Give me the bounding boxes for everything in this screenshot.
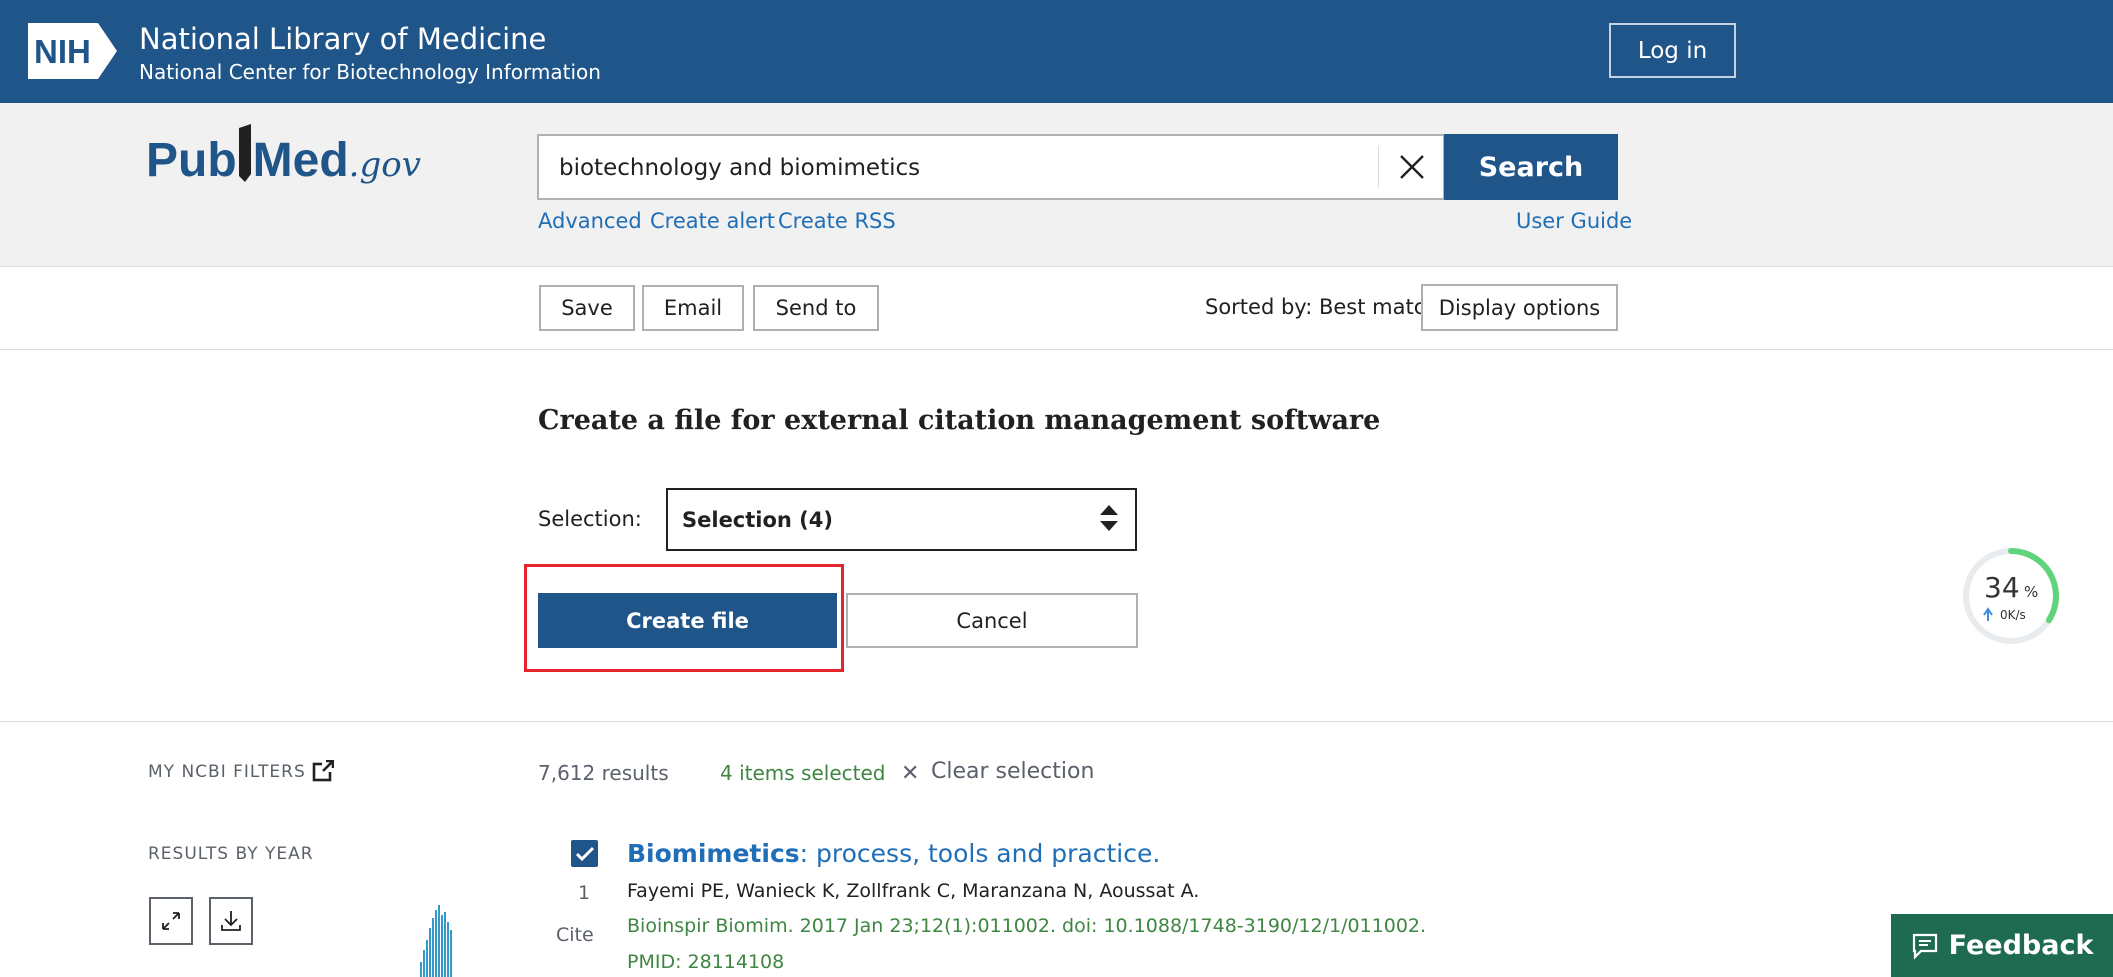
result-number: 1 — [578, 882, 591, 904]
highlight-box — [524, 564, 844, 672]
my-ncbi-filters-label[interactable]: MY NCBI FILTERS — [148, 762, 306, 782]
cancel-button[interactable]: Cancel — [846, 593, 1138, 648]
select-arrows-icon — [1100, 505, 1118, 531]
search-input[interactable] — [557, 136, 1381, 200]
search-divider — [1378, 146, 1379, 188]
pubmed-logo[interactable]: Pub Med.gov — [146, 124, 421, 204]
selection-select[interactable]: Selection (4) — [666, 488, 1137, 551]
display-options-button[interactable]: Display options — [1421, 284, 1618, 331]
search-box — [537, 134, 1445, 200]
network-speed-widget[interactable]: 34 % 0K/s — [1962, 547, 2060, 645]
feedback-label: Feedback — [1948, 930, 2094, 961]
results-by-year-label: RESULTS BY YEAR — [148, 844, 314, 864]
login-button[interactable]: Log in — [1609, 23, 1736, 78]
create-rss-link[interactable]: Create RSS — [778, 209, 896, 233]
results-by-year-chart[interactable] — [420, 900, 470, 977]
result-pmid: PMID: 28114108 — [627, 951, 785, 973]
result-authors: Fayemi PE, Wanieck K, Zollfrank C, Maran… — [627, 880, 1200, 902]
save-button[interactable]: Save — [539, 285, 635, 331]
expand-chart-button[interactable] — [149, 897, 193, 945]
user-guide-link[interactable]: User Guide — [1516, 209, 1632, 233]
result-title-rest: : process, tools and practice. — [799, 839, 1161, 868]
nih-logo[interactable]: NIH — [28, 23, 117, 79]
expand-icon — [162, 912, 180, 930]
result-title-link[interactable]: Biomimetics: process, tools and practice… — [627, 839, 1160, 868]
nih-logo-text: NIH — [34, 33, 91, 70]
clear-selection-icon[interactable]: ✕ — [901, 761, 919, 786]
org-subtitle[interactable]: National Center for Biotechnology Inform… — [139, 60, 601, 84]
citation-panel-title: Create a file for external citation mana… — [538, 405, 1381, 436]
result-checkbox[interactable] — [571, 840, 598, 867]
items-selected: 4 items selected — [720, 761, 886, 785]
book-icon — [238, 124, 251, 182]
cite-button[interactable]: Cite — [556, 924, 594, 946]
selection-value: Selection (4) — [682, 507, 833, 532]
speed-percent-sign: % — [2024, 583, 2038, 601]
results-count: 7,612 results — [538, 761, 669, 785]
clear-search-button[interactable] — [1388, 143, 1436, 191]
send-to-button[interactable]: Send to — [753, 285, 879, 331]
actions-bar — [0, 266, 2113, 350]
external-link-icon[interactable] — [312, 760, 334, 782]
advanced-link[interactable]: Advanced — [538, 209, 642, 233]
logo-gov: .gov — [348, 145, 421, 185]
result-journal: Bioinspir Biomim. 2017 Jan 23;12(1):0110… — [627, 915, 1427, 937]
selection-label: Selection: — [538, 507, 642, 531]
search-button[interactable]: Search — [1444, 134, 1618, 200]
feedback-button[interactable]: Feedback — [1891, 914, 2113, 977]
speed-percent: 34 — [1984, 571, 2020, 604]
download-icon — [221, 911, 241, 931]
create-alert-link[interactable]: Create alert — [650, 209, 775, 233]
logo-med: Med — [252, 134, 349, 187]
result-title-highlight: Biomimetics — [627, 839, 800, 868]
speed-rate: 0K/s — [2000, 608, 2026, 622]
sorted-by-label[interactable]: Sorted by: Best match — [1205, 295, 1439, 319]
clear-selection-button[interactable]: Clear selection — [931, 759, 1094, 784]
check-icon — [575, 846, 594, 861]
close-icon — [1400, 155, 1424, 179]
logo-pub: Pub — [146, 134, 237, 187]
chat-bubble-icon — [1912, 933, 1937, 960]
org-title[interactable]: National Library of Medicine — [139, 22, 546, 56]
download-chart-button[interactable] — [209, 897, 253, 945]
email-button[interactable]: Email — [642, 285, 744, 331]
